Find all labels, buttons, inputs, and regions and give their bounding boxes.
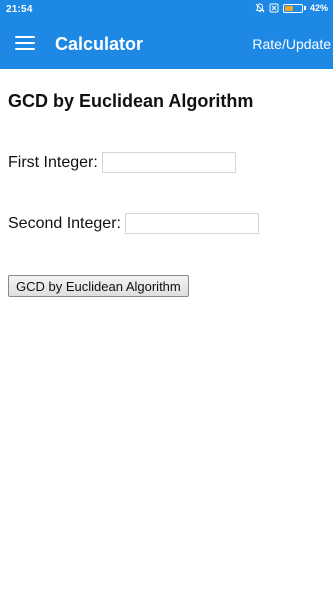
rate-update-button[interactable]: Rate/Update [252,36,331,52]
menu-icon[interactable] [15,36,35,52]
second-integer-input[interactable] [124,213,259,234]
battery-tip [303,6,306,10]
app-title: Calculator [55,34,144,54]
mute-icon [255,3,265,13]
notification-icon [269,3,279,13]
battery-percent: 42% [309,3,328,13]
status-bar: 21:54 42% [0,0,333,20]
first-integer-input[interactable] [101,152,236,173]
status-time: 21:54 [6,4,33,15]
gcd-calculate-button[interactable]: GCD by Euclidean Algorithm [8,275,189,297]
app-bar: Calculator Rate/Update [0,20,333,69]
first-integer-label: First Integer: [8,153,98,171]
app-screen: 21:54 42% Calculator Rate/Update GCD by … [0,0,333,592]
second-integer-label: Second Integer: [8,214,121,232]
first-integer-row: First Integer: [8,152,236,173]
second-integer-row: Second Integer: [8,213,259,234]
status-icons: 42% [255,3,328,13]
battery-icon [282,3,303,13]
page-title: GCD by Euclidean Algorithm [8,91,254,111]
battery-level-fill [284,5,293,11]
